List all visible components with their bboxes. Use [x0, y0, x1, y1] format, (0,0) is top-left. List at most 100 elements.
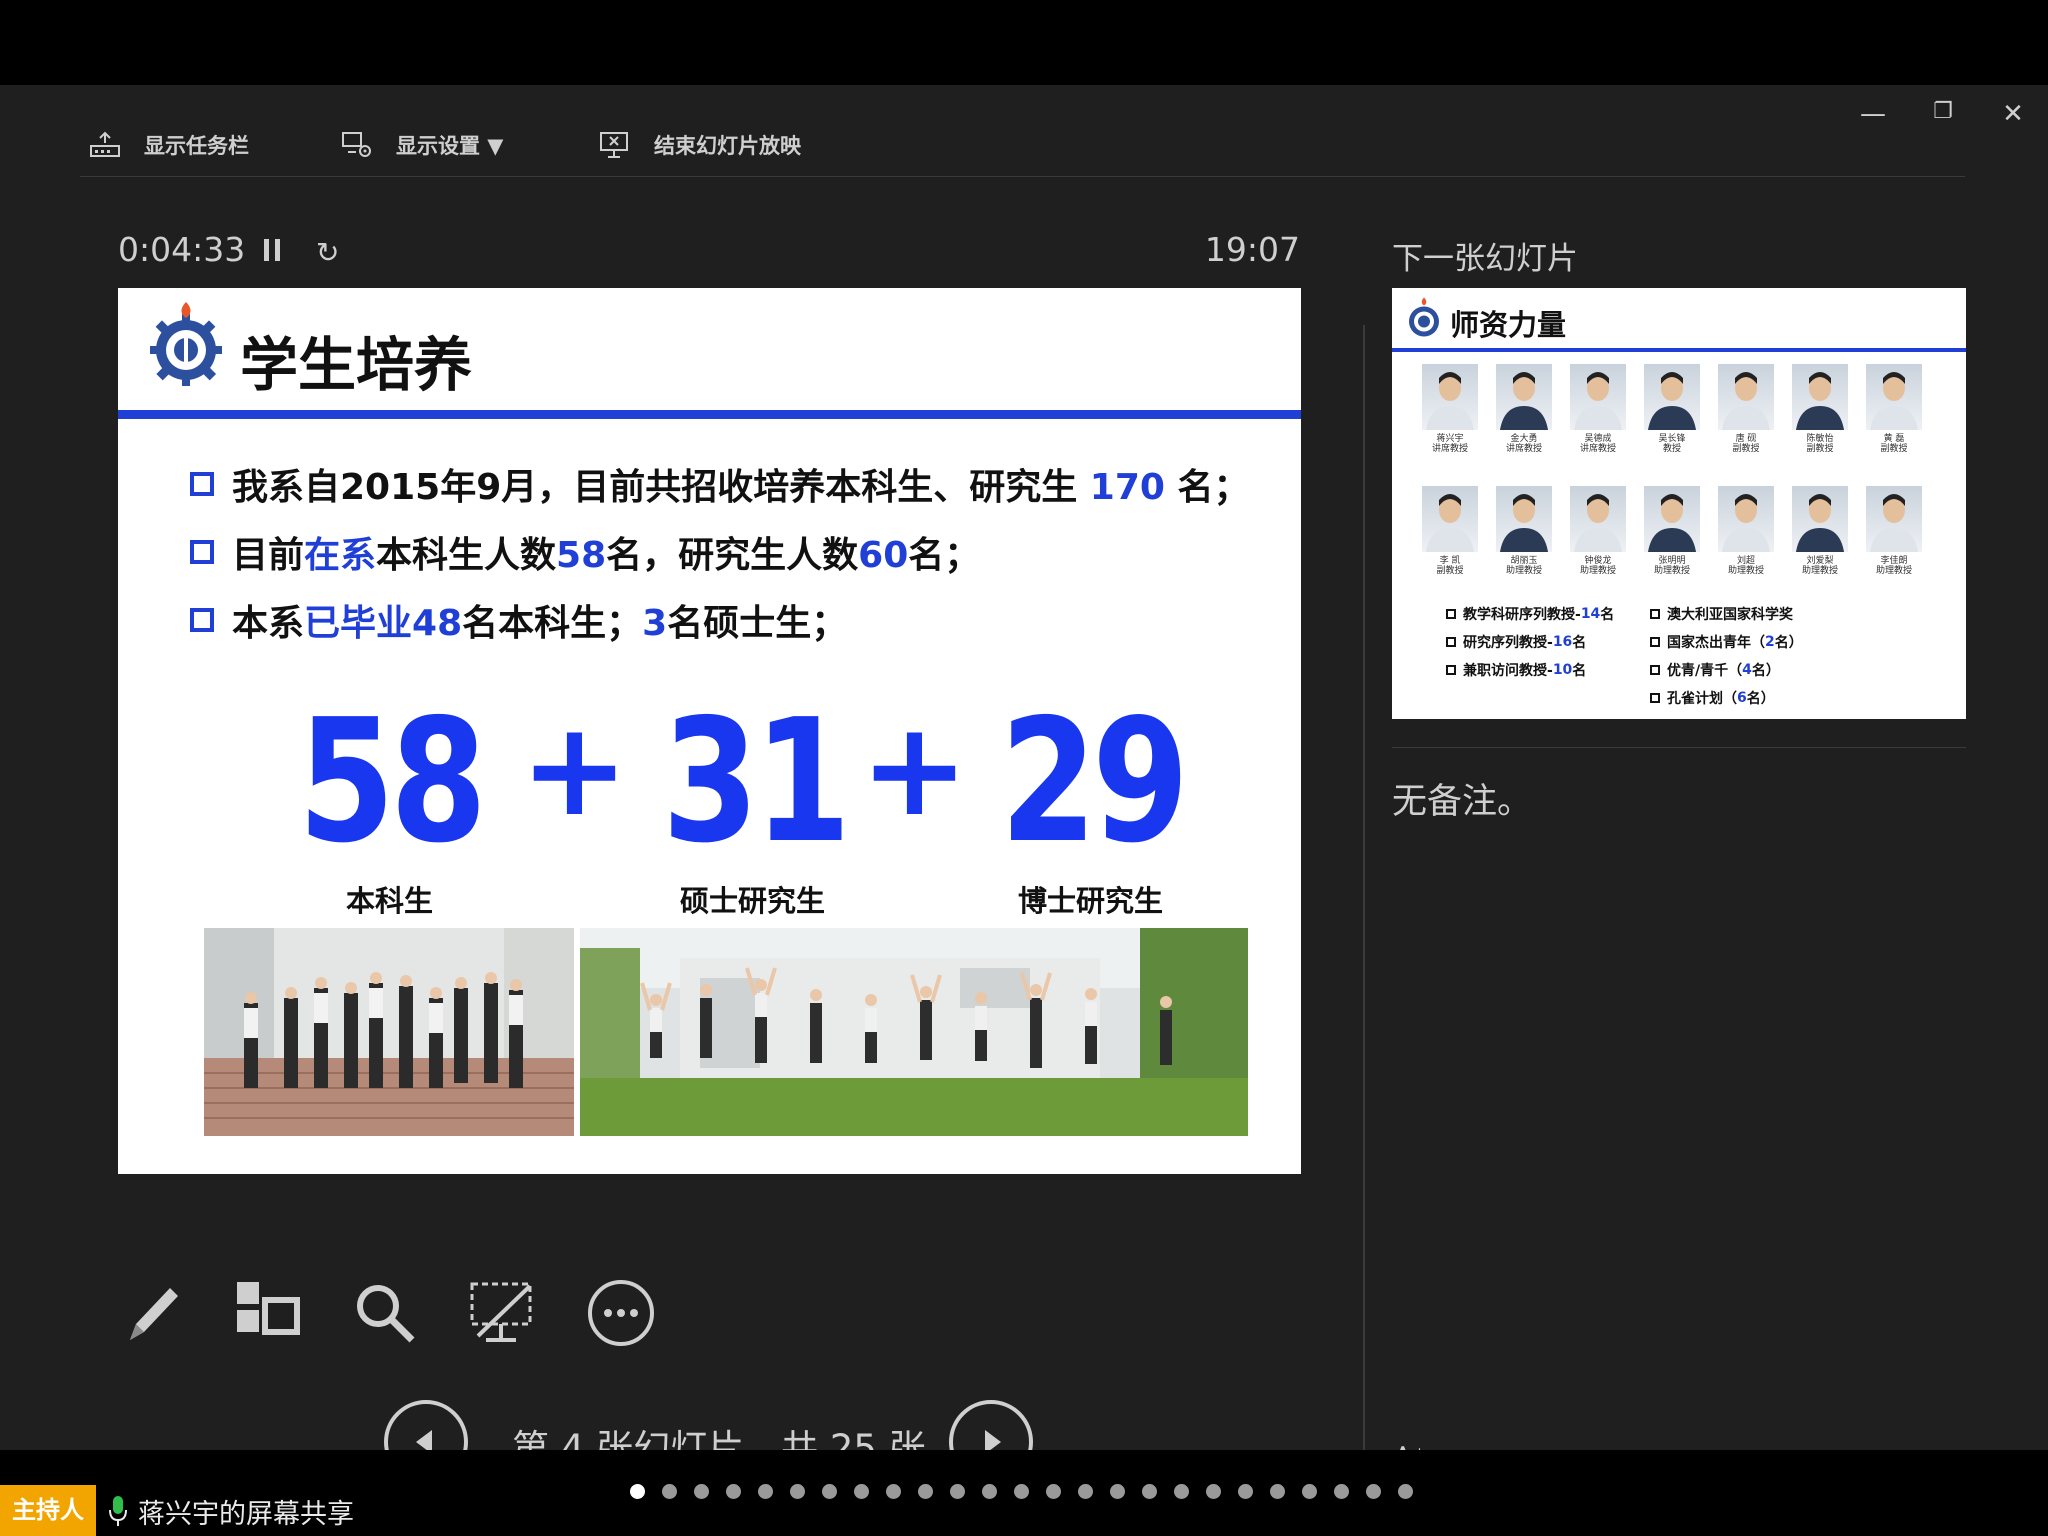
- page-dot[interactable]: [1110, 1484, 1125, 1499]
- zoom-magnifier-icon[interactable]: [350, 1278, 420, 1348]
- black-screen-icon[interactable]: [466, 1278, 536, 1348]
- faculty-photo: [1792, 364, 1848, 430]
- more-options-icon[interactable]: [586, 1278, 656, 1348]
- page-dot[interactable]: [758, 1484, 773, 1499]
- bullet-box-icon: [190, 472, 214, 496]
- page-dot[interactable]: [1174, 1484, 1189, 1499]
- notes-divider: [1392, 747, 1966, 748]
- checkbox-square-icon: [1650, 637, 1660, 647]
- faculty-name: 张明明 助理教授: [1637, 556, 1707, 576]
- page-dot[interactable]: [918, 1484, 933, 1499]
- current-slide[interactable]: 学生培养 我系自2015年9月，目前共招收培养本科生、研究生 170 名； 目前…: [118, 288, 1301, 1174]
- page-dot[interactable]: [1142, 1484, 1157, 1499]
- faculty-role: 副教授: [1880, 444, 1908, 454]
- checkbox-square-icon: [1650, 609, 1660, 619]
- faculty-name: 李 凯副教授: [1415, 556, 1485, 576]
- presenter-toolbar: 显示任务栏 显示设置 ▼ 结束幻灯片放映: [80, 121, 1965, 177]
- page-dot[interactable]: [982, 1484, 997, 1499]
- screen-share-owner: 蒋兴宇的屏幕共享: [138, 1499, 354, 1530]
- faculty-role: 教授: [1662, 444, 1681, 454]
- page-dot[interactable]: [662, 1484, 677, 1499]
- checkbox-square-icon: [1650, 665, 1660, 675]
- bullet-text: 本系已毕业48名本科生；3名硕士生；: [232, 603, 848, 644]
- faculty-name: 唐 砚副教授: [1711, 434, 1781, 454]
- page-dot[interactable]: [854, 1484, 869, 1499]
- meeting-bottom-bar: 主持人 蒋兴宇的屏幕共享: [0, 1450, 2048, 1536]
- bullet-graduates: 本系已毕业48名本科生；3名硕士生；: [190, 594, 847, 646]
- faculty-role: 讲席教授: [1579, 444, 1616, 454]
- end-slideshow-button[interactable]: 结束幻灯片放映: [598, 121, 801, 169]
- next-slide-preview[interactable]: 师资力量 蒋兴宇 讲席教授 金大勇 讲席教授 吴德成 讲席教授 吴长锋 教授唐 砚副教授 陈敏怡…: [1392, 288, 1966, 719]
- faculty-photo: [1570, 486, 1626, 552]
- page-dot[interactable]: [630, 1484, 645, 1499]
- faculty-role: 助理教授: [1505, 566, 1542, 576]
- minimize-button[interactable]: —: [1858, 99, 1888, 129]
- display-settings-button[interactable]: 显示设置 ▼: [340, 121, 503, 169]
- page-dot[interactable]: [950, 1484, 965, 1499]
- faculty-photo: [1422, 364, 1478, 430]
- taskbar-icon: [90, 131, 120, 157]
- faculty-photo: [1496, 486, 1552, 552]
- see-all-slides-icon[interactable]: [233, 1278, 303, 1348]
- page-dot[interactable]: [1334, 1484, 1349, 1499]
- faculty-role: 副教授: [1806, 444, 1834, 454]
- faculty-stat-item: 澳大利亚国家科学奖: [1650, 604, 1793, 624]
- page-dot[interactable]: [1398, 1484, 1413, 1499]
- show-taskbar-button[interactable]: 显示任务栏: [88, 121, 249, 169]
- page-dot[interactable]: [1078, 1484, 1093, 1499]
- master-label: 硕士研究生: [680, 884, 826, 918]
- page-dot[interactable]: [726, 1484, 741, 1499]
- restart-timer-icon[interactable]: ↻: [316, 236, 339, 269]
- pen-icon[interactable]: [118, 1278, 188, 1348]
- page-dot[interactable]: [1046, 1484, 1061, 1499]
- presenter-view: 显示任务栏 显示设置 ▼ 结束幻灯片放映 — ❐ ✕ 0:04:33 ↻ 19:…: [0, 85, 2048, 1485]
- close-button[interactable]: ✕: [1998, 99, 2028, 129]
- pause-icon[interactable]: [264, 239, 280, 261]
- faculty-role: 助理教授: [1579, 566, 1616, 576]
- faculty-photo: [1718, 486, 1774, 552]
- panel-divider[interactable]: [1363, 325, 1365, 1485]
- restore-button[interactable]: ❐: [1928, 99, 1958, 124]
- faculty-role: 助理教授: [1653, 566, 1690, 576]
- faculty-name: 刘爱梨 助理教授: [1785, 556, 1855, 576]
- department-logo-icon: [150, 302, 222, 386]
- page-dot[interactable]: [1366, 1484, 1381, 1499]
- speaker-notes[interactable]: 无备注。: [1392, 773, 1532, 824]
- page-dot[interactable]: [1238, 1484, 1253, 1499]
- faculty-name: 刘超 助理教授: [1711, 556, 1781, 576]
- faculty-name: 吴长锋 教授: [1637, 434, 1707, 454]
- bullet-current-students: 目前在系本科生人数58名，研究生人数60名；: [190, 526, 980, 578]
- faculty-stat-item: 优青/青千（ 4 名）: [1650, 660, 1780, 680]
- show-taskbar-label: 显示任务栏: [144, 134, 249, 158]
- faculty-name: 钟俊龙 助理教授: [1563, 556, 1633, 576]
- slide-title: 学生培养: [240, 331, 473, 399]
- faculty-name: 胡丽玉 助理教授: [1489, 556, 1559, 576]
- students-stairs-photo: [204, 928, 574, 1136]
- faculty-role: 助理教授: [1801, 566, 1838, 576]
- faculty-photo: [1496, 364, 1552, 430]
- title-divider: [118, 410, 1301, 419]
- host-badge: 主持人: [0, 1485, 96, 1536]
- end-slideshow-icon: [600, 132, 628, 158]
- page-dot[interactable]: [1302, 1484, 1317, 1499]
- faculty-stat-item: 研究序列教授- 16 名: [1446, 632, 1586, 652]
- phd-label: 博士研究生: [1018, 884, 1164, 918]
- page-dot[interactable]: [1014, 1484, 1029, 1499]
- faculty-name: 李佳朗 助理教授: [1859, 556, 1929, 576]
- page-dot[interactable]: [790, 1484, 805, 1499]
- page-dot[interactable]: [694, 1484, 709, 1499]
- page-dot[interactable]: [886, 1484, 901, 1499]
- bullet-enrollment: 我系自2015年9月，目前共招收培养本科生、研究生 170 名；: [190, 458, 1249, 510]
- page-dot[interactable]: [1270, 1484, 1285, 1499]
- next-slide-label: 下一张幻灯片: [1392, 241, 1578, 277]
- faculty-photo: [1644, 486, 1700, 552]
- checkbox-square-icon: [1446, 609, 1456, 619]
- page-dot[interactable]: [1206, 1484, 1221, 1499]
- faculty-photo: [1644, 364, 1700, 430]
- page-indicator[interactable]: [630, 1484, 1413, 1499]
- faculty-role: 讲席教授: [1505, 444, 1542, 454]
- end-slideshow-label: 结束幻灯片放映: [654, 134, 801, 158]
- page-dot[interactable]: [822, 1484, 837, 1499]
- faculty-name: 黄 磊副教授: [1859, 434, 1929, 454]
- bullet-box-icon: [190, 540, 214, 564]
